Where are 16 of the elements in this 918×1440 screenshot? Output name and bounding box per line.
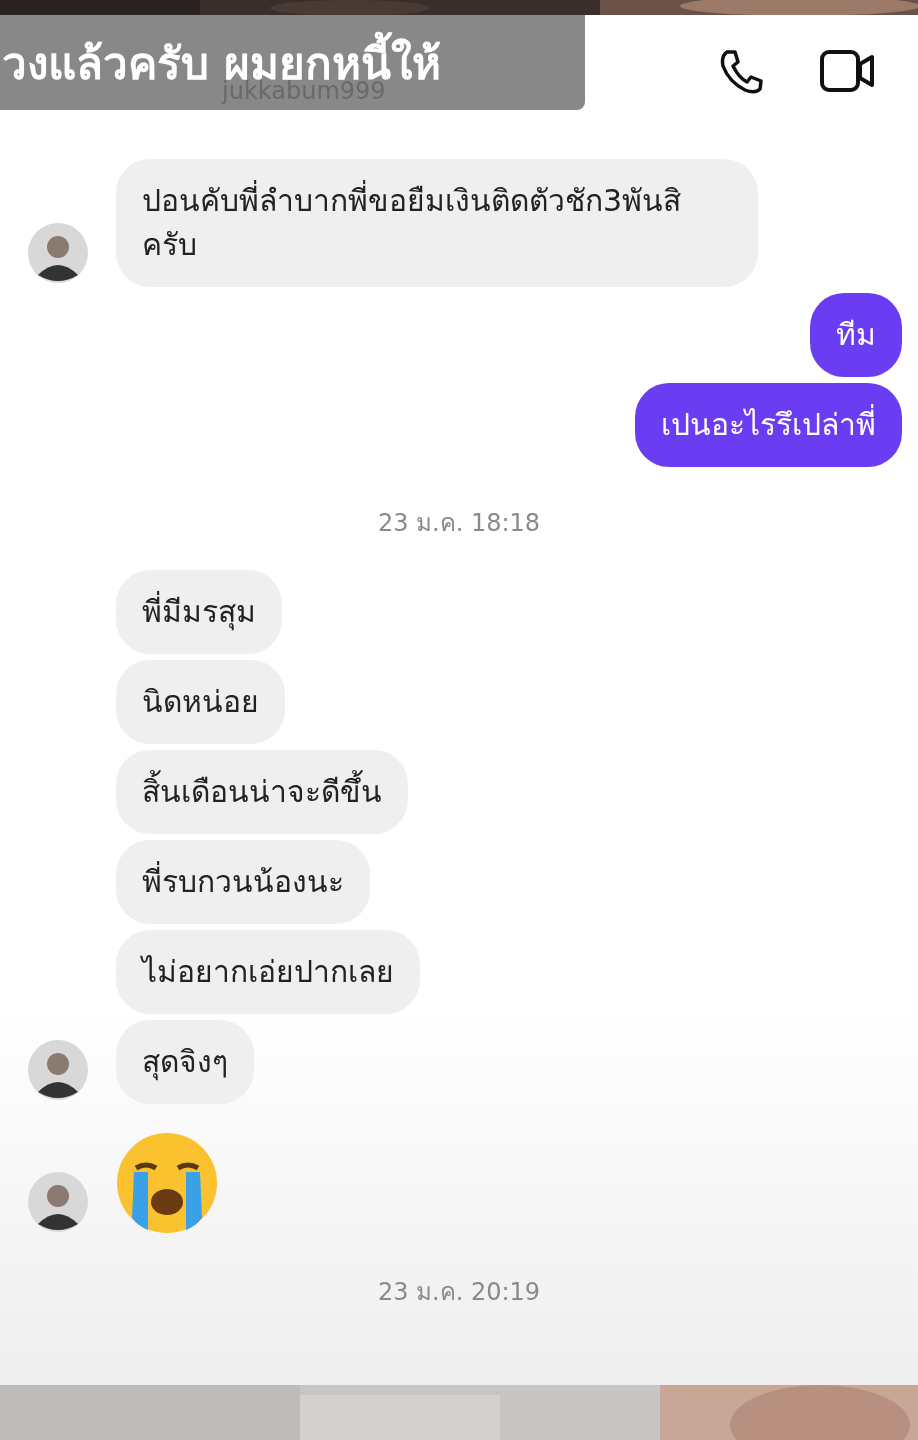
avatar[interactable]: [28, 1172, 88, 1232]
timestamp: 23 ม.ค. 18:18: [376, 508, 542, 539]
received-message: สิ้นเดือนน่าจะดีขึ้น: [116, 750, 408, 834]
received-message: ปอนคับพี่ลำบากพี่ขอยืมเงินติดตัวชัก3พันสิครับ: [116, 159, 758, 287]
received-message: สุดจิงๆ: [116, 1020, 254, 1104]
sent-message: เปนอะไรรึเปล่าพี่: [635, 383, 902, 467]
received-message: พี่มีมรสุม: [116, 570, 282, 654]
received-message: นิดหน่อย: [116, 660, 285, 744]
avatar[interactable]: [28, 1040, 88, 1100]
crying-face-icon: [114, 1130, 220, 1236]
timestamp: 23 ม.ค. 20:19: [376, 1277, 542, 1308]
received-message: ไม่อยากเอ่ยปากเลย: [116, 930, 420, 1014]
avatar[interactable]: [28, 223, 88, 283]
sent-message: ทีม: [810, 293, 902, 377]
video-camera-icon[interactable]: [820, 49, 876, 93]
received-message: พี่รบกวนน้องนะ: [116, 840, 370, 924]
